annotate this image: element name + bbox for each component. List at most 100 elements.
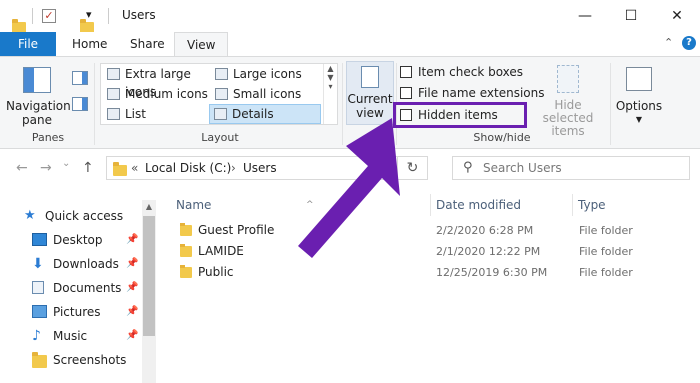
group-separator: [342, 63, 343, 145]
layout-item-label: Details: [232, 107, 274, 121]
forward-button[interactable]: →: [40, 160, 52, 176]
tab-home[interactable]: Home: [60, 32, 119, 56]
nav-item-desktop[interactable]: Desktop: [32, 229, 103, 251]
column-header-type[interactable]: Type: [572, 194, 672, 216]
customize-quick-access-icon[interactable]: ▾: [86, 8, 92, 21]
pictures-icon: [32, 305, 47, 318]
nav-item-label: Quick access: [45, 209, 124, 223]
breadcrumb-overflow[interactable]: «: [131, 161, 138, 175]
nav-item-quick-access[interactable]: ★ Quick access: [24, 205, 123, 227]
search-placeholder: Search Users: [483, 161, 562, 175]
table-row[interactable]: Public 12/25/2019 6:30 PM File folder: [180, 262, 660, 283]
layout-extra-large-icons[interactable]: Extra large icons: [103, 65, 211, 99]
scroll-up-button[interactable]: ▲: [142, 200, 156, 214]
options-dropdown-icon: ▼: [635, 115, 643, 124]
address-dropdown-button[interactable]: ⌄: [377, 158, 387, 172]
pin-icon[interactable]: 📌: [126, 330, 138, 341]
nav-item-label: Downloads: [53, 257, 119, 271]
tab-file[interactable]: File: [0, 32, 56, 56]
file-name: Public: [198, 265, 234, 279]
nav-item-screenshots[interactable]: Screenshots: [32, 349, 126, 371]
search-icon: ⚲: [463, 160, 473, 175]
close-button[interactable]: ✕: [654, 0, 700, 32]
layout-item-label: Small icons: [233, 87, 302, 101]
nav-item-label: Documents: [53, 281, 122, 295]
address-folder-icon: [113, 162, 127, 176]
group-label-layout: Layout: [201, 131, 239, 144]
ribbon-view: Navigation pane Panes Extra large icons …: [0, 56, 700, 149]
file-name: Guest Profile: [198, 223, 275, 237]
file-type: File folder: [579, 224, 633, 237]
layout-gallery-scroll[interactable]: ▲ ▼ ▾: [323, 64, 337, 124]
layout-list[interactable]: List: [103, 105, 211, 123]
table-row[interactable]: LAMIDE 2/1/2020 12:22 PM File folder: [180, 241, 660, 262]
file-name: LAMIDE: [198, 244, 244, 258]
large-icons-icon: [215, 68, 228, 80]
file-date: 2/1/2020 12:22 PM: [436, 245, 541, 258]
layout-gallery: Extra large icons Large icons Medium ico…: [100, 63, 338, 125]
minimize-button[interactable]: —: [562, 0, 608, 32]
properties-icon[interactable]: ✓: [42, 9, 56, 23]
tab-view[interactable]: View: [174, 32, 229, 57]
title-bar: ✓ ▾ Users — ☐ ✕: [0, 0, 700, 33]
file-name-extensions-checkbox[interactable]: File name extensions: [398, 84, 545, 102]
layout-large-icons[interactable]: Large icons: [211, 65, 321, 83]
options-button[interactable]: Options ▼: [614, 67, 664, 127]
pin-icon[interactable]: 📌: [126, 282, 138, 293]
preview-pane-icon[interactable]: [72, 71, 88, 85]
search-input[interactable]: ⚲ Search Users: [452, 156, 690, 180]
column-header-date-modified[interactable]: Date modified: [430, 194, 570, 216]
details-pane-icon[interactable]: [72, 97, 88, 111]
folder-icon: [12, 18, 26, 33]
back-button[interactable]: ←: [16, 160, 28, 176]
pin-icon[interactable]: 📌: [126, 306, 138, 317]
checkbox-label: File name extensions: [418, 86, 545, 100]
nav-item-documents[interactable]: Documents: [32, 277, 121, 299]
layout-small-icons[interactable]: Small icons: [211, 85, 321, 103]
nav-item-music[interactable]: ♪ Music: [32, 325, 87, 347]
layout-medium-icons[interactable]: Medium icons: [103, 85, 211, 103]
nav-item-downloads[interactable]: ⬇ Downloads: [32, 253, 119, 275]
navigation-pane-icon: [23, 67, 51, 93]
pin-icon[interactable]: 📌: [126, 258, 138, 269]
download-icon: ⬇: [32, 256, 44, 272]
pin-icon[interactable]: 📌: [126, 234, 138, 245]
nav-pane-label-1: Navigation: [6, 99, 71, 113]
list-icon: [107, 108, 120, 120]
nav-item-pictures[interactable]: Pictures: [32, 301, 101, 323]
breadcrumb-users[interactable]: Users: [243, 161, 277, 175]
table-row[interactable]: Guest Profile 2/2/2020 6:28 PM File fold…: [180, 220, 660, 241]
address-input[interactable]: « Local Disk (C:) › Users ⌄: [106, 156, 398, 180]
address-bar-row: ← → ⌄ ↑ « Local Disk (C:) › Users ⌄ ↻ ⚲ …: [0, 150, 700, 186]
folder-icon: [32, 352, 47, 368]
help-button[interactable]: ?: [682, 36, 696, 50]
layout-details[interactable]: Details: [209, 104, 321, 124]
navigation-pane: ★ Quick access Desktop 📌 ⬇ Downloads 📌 D…: [0, 186, 158, 383]
up-button[interactable]: ↑: [82, 160, 94, 176]
column-header-label: Name: [176, 198, 212, 212]
recent-locations-button[interactable]: ⌄: [62, 158, 70, 169]
breadcrumb-separator[interactable]: ›: [231, 161, 236, 175]
layout-item-label: Large icons: [233, 67, 302, 81]
maximize-button[interactable]: ☐: [608, 0, 654, 32]
layout-item-label: Medium icons: [125, 87, 208, 101]
item-check-boxes-checkbox[interactable]: Item check boxes: [398, 63, 523, 81]
ribbon-collapse-button[interactable]: ⌃: [664, 36, 673, 49]
navigation-pane-button[interactable]: Navigation pane: [6, 67, 71, 127]
star-icon: ★: [24, 208, 36, 223]
new-folder-icon[interactable]: [80, 18, 94, 33]
hide-selected-items-button[interactable]: Hide selected items: [530, 65, 606, 138]
nav-pane-scroll-thumb[interactable]: [143, 216, 155, 336]
tab-share[interactable]: Share: [118, 32, 177, 56]
breadcrumb-local-disk[interactable]: Local Disk (C:): [145, 161, 231, 175]
options-icon: [626, 67, 652, 91]
layout-item-label: List: [125, 107, 146, 121]
qa-divider: [32, 8, 33, 24]
refresh-button[interactable]: ↻: [398, 156, 428, 180]
current-view-icon: [361, 66, 379, 88]
current-view-button[interactable]: Current view: [346, 61, 394, 125]
column-header-name[interactable]: ^ Name: [170, 194, 428, 216]
folder-icon: [180, 265, 192, 278]
checkbox-label: Item check boxes: [418, 65, 524, 79]
file-type: File folder: [579, 245, 633, 258]
